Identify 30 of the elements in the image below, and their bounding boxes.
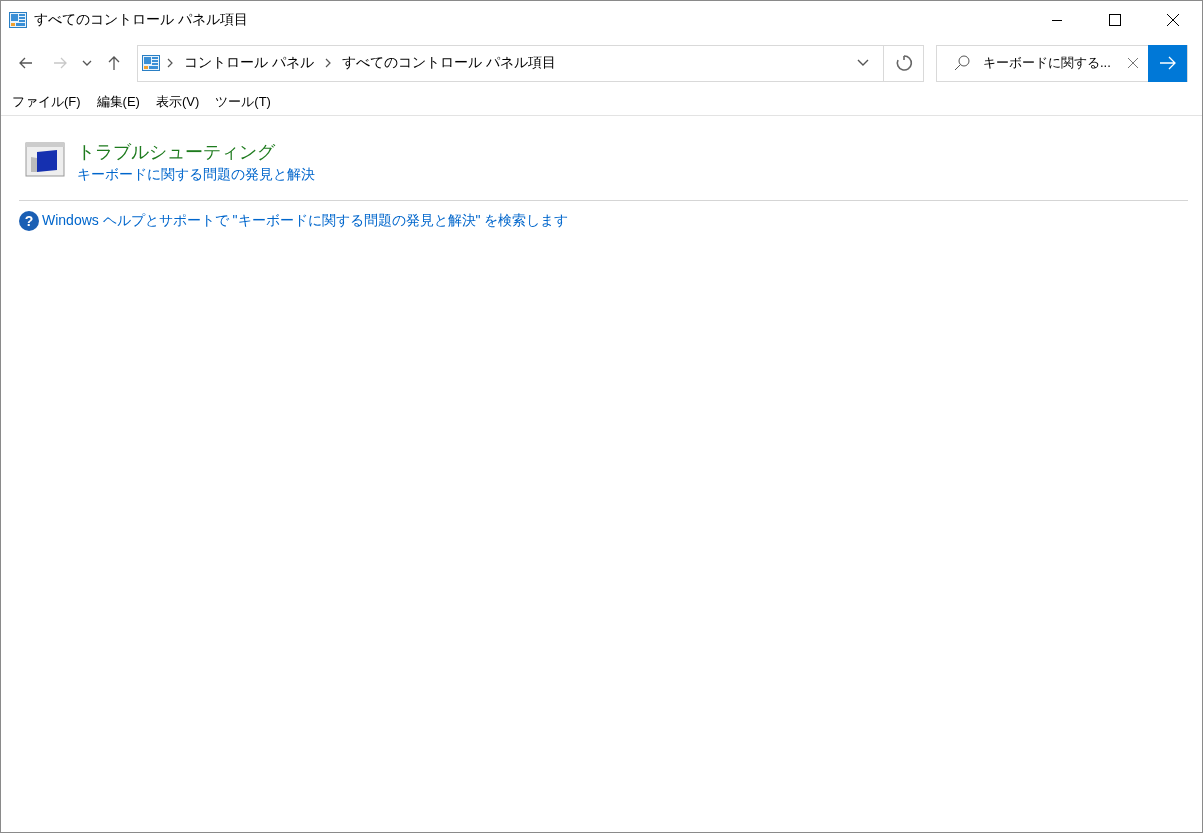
control-panel-icon: [142, 55, 160, 71]
close-icon: [1166, 13, 1180, 27]
search-field[interactable]: キーボードに関する...: [936, 44, 1188, 82]
clear-icon: [1127, 57, 1139, 69]
address-bar[interactable]: コントロール パネル すべてのコントロール パネル項目: [137, 44, 924, 82]
breadcrumb-item[interactable]: すべてのコントロール パネル項目: [337, 54, 560, 72]
help-search-link[interactable]: Windows ヘルプとサポートで "キーボードに関する問題の発見と解決" を検索します: [42, 212, 569, 230]
help-icon: ?: [19, 211, 39, 231]
arrow-right-icon: [52, 55, 68, 71]
menu-item[interactable]: 表示(V): [147, 93, 208, 111]
search-text: キーボードに関する...: [983, 54, 1112, 72]
menu-item[interactable]: 編集(E): [88, 93, 148, 111]
breadcrumb-item[interactable]: コントロール パネル: [180, 54, 318, 72]
window-title: すべてのコントロール パネル項目: [34, 11, 248, 29]
search-go-button[interactable]: [1148, 44, 1187, 82]
result-task-link[interactable]: キーボードに関する問題の発見と解決: [77, 166, 315, 184]
menu-item[interactable]: ファイル(F): [4, 93, 89, 111]
menu-item[interactable]: ツール(T): [207, 93, 279, 111]
maximize-icon: [1109, 14, 1121, 26]
search-icon: [953, 54, 971, 72]
control-panel-icon: [9, 12, 27, 28]
chevron-down-icon: [856, 58, 870, 68]
arrow-left-icon: [18, 55, 34, 71]
computer-screen-icon: [25, 142, 65, 178]
arrow-right-icon: [1158, 56, 1177, 70]
chevron-icon: [323, 58, 332, 68]
refresh-icon: [894, 54, 913, 72]
arrow-up-icon: [106, 55, 122, 71]
result-title[interactable]: トラブルシューティング: [77, 140, 315, 164]
chevron-icon: [166, 58, 174, 68]
